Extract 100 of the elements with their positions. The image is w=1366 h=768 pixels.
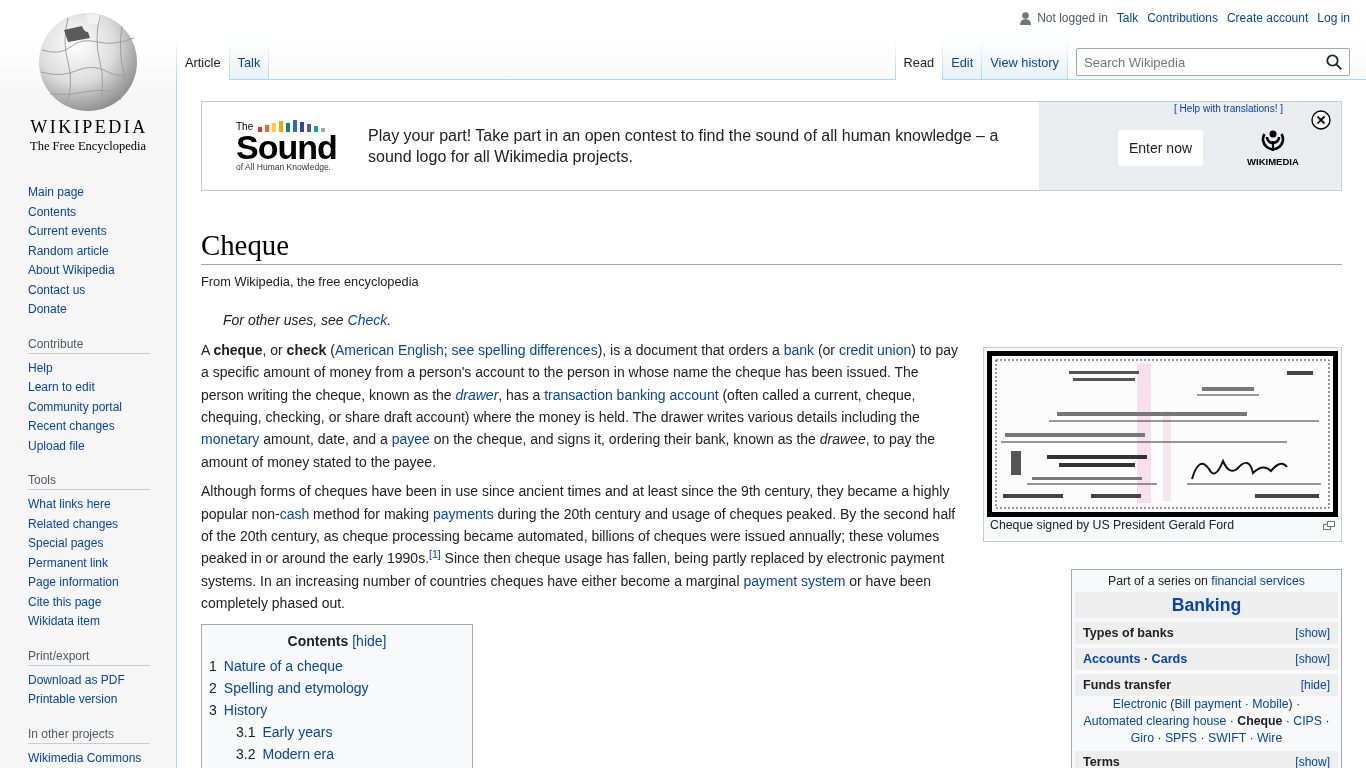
sidebar-link[interactable]: Wikidata item bbox=[28, 612, 101, 632]
infobox-section-title: Funds transfer bbox=[1083, 676, 1172, 694]
toc-link[interactable]: Modern era bbox=[262, 742, 335, 765]
sidebar-heading: Print/export bbox=[28, 647, 150, 666]
logo-tagline: The Free Encyclopedia bbox=[30, 138, 146, 154]
article-link[interactable]: monetary bbox=[201, 431, 260, 448]
search-field[interactable]: Search Wikipedia bbox=[1076, 48, 1350, 76]
sidebar-link[interactable]: Donate bbox=[28, 300, 67, 320]
article-paragraph: Although forms of cheques have been in use since ancient times and at least since the 9th century, they became a highly popular non-cash method for making payments during the 20th century and usage of cheques peaked. By the second half of the 20th century, as cheque processing became automated, billions of cheques were issued annually; these volumes peaked in or around the early 1990s.$^{[1]}$ Since then cheque usage has fallen, being partly replaced by electronic payment systems. In an increasing number of countries cheques have either become a marginal payment system or have been completely phased out. bbox=[201, 482, 957, 614]
article-link[interactable]: American English bbox=[334, 341, 444, 358]
sidebar-link[interactable]: Current events bbox=[28, 222, 107, 242]
article-link[interactable]: payee bbox=[391, 431, 430, 448]
sidebar-link[interactable]: Cite this page bbox=[28, 592, 102, 612]
toc-number: 3.1 bbox=[236, 722, 256, 742]
sidebar-link[interactable]: Printable version bbox=[28, 690, 118, 710]
toc-link[interactable]: Nature of a cheque bbox=[223, 654, 343, 677]
toggle-link[interactable]: [hide] bbox=[352, 629, 387, 652]
sidebar-link[interactable]: Community portal bbox=[28, 397, 123, 417]
sidebar-link[interactable]: Contact us bbox=[28, 280, 86, 300]
logo-prefix: The bbox=[236, 122, 254, 132]
infobox-link[interactable]: Wire bbox=[1256, 730, 1283, 745]
sidebar-link[interactable]: Learn to edit bbox=[28, 378, 95, 398]
sidebar-link[interactable]: Help bbox=[28, 358, 53, 378]
article-link[interactable]: payments bbox=[432, 505, 494, 522]
sidebar-link[interactable]: Related changes bbox=[28, 514, 119, 534]
toggle-link[interactable]: [hide] bbox=[1300, 673, 1330, 696]
article-link[interactable]: [1] bbox=[429, 550, 441, 567]
toggle-link[interactable]: [show] bbox=[1295, 647, 1330, 670]
contents-title: Contents bbox=[287, 631, 349, 651]
infobox-link[interactable]: Bill payment bbox=[1174, 696, 1242, 711]
article-link[interactable]: see spelling differences bbox=[451, 341, 598, 358]
sidebar-link[interactable]: Wikimedia Commons bbox=[28, 748, 142, 768]
sidebar-link[interactable]: Download as PDF bbox=[28, 670, 125, 690]
infobox-link[interactable]: Electronic bbox=[1112, 696, 1167, 711]
sidebar-link[interactable]: Special pages bbox=[28, 534, 104, 554]
header-link[interactable]: Log in bbox=[1317, 10, 1350, 26]
infobox-link[interactable]: SWIFT bbox=[1208, 730, 1246, 745]
infobox-link[interactable]: financial services bbox=[1211, 573, 1305, 588]
sidebar-heading: Tools bbox=[28, 472, 150, 490]
toc-number: 2 bbox=[209, 678, 217, 698]
sidebar-heading: In other projects bbox=[28, 725, 150, 744]
user-icon bbox=[1020, 11, 1032, 25]
article-link[interactable]: bank bbox=[783, 341, 814, 358]
login-status: Not logged in bbox=[1037, 10, 1108, 26]
sidebar-link[interactable]: Main page bbox=[28, 183, 85, 203]
page-title: Cheque bbox=[201, 227, 1342, 266]
sidebar-link[interactable]: About Wikipedia bbox=[28, 261, 115, 281]
article-link[interactable]: cash bbox=[279, 505, 310, 522]
page-subtitle: From Wikipedia, the free encyclopedia bbox=[201, 273, 420, 292]
header-link[interactable]: Contributions bbox=[1147, 10, 1218, 26]
infobox-title[interactable]: Banking bbox=[1171, 592, 1242, 617]
infobox-link[interactable]: CIPS bbox=[1293, 713, 1322, 728]
infobox-section-title: Types of banks bbox=[1083, 624, 1174, 642]
header-link[interactable]: Talk bbox=[1116, 10, 1139, 26]
search-icon[interactable] bbox=[1326, 54, 1342, 70]
logo-icon bbox=[1260, 129, 1285, 153]
logo-wordmark: WIKIPEDIA bbox=[29, 116, 148, 138]
help-link[interactable]: [ Help with translations! ] bbox=[1174, 103, 1283, 115]
figure-caption: Cheque signed by US President Gerald Ford bbox=[990, 516, 1235, 534]
hatnote: For other uses, see Check. bbox=[222, 311, 393, 331]
infobox-link[interactable]: Mobile bbox=[1252, 696, 1289, 711]
toggle-link[interactable]: [show] bbox=[1295, 750, 1330, 768]
toc-number: 3.2 bbox=[236, 744, 256, 764]
sidebar-link[interactable]: Permanent link bbox=[28, 553, 109, 573]
enlarge-icon[interactable] bbox=[1323, 520, 1335, 530]
infobox-link[interactable]: Giro bbox=[1130, 730, 1154, 745]
article-link[interactable]: payment system bbox=[743, 572, 846, 589]
infobox-link-list: Electronic (Bill payment · Mobile) · Automated clearing house · Cheque · CIPS · Giro · SPFS · SWIFT · Wire bbox=[1075, 695, 1338, 747]
close-icon[interactable] bbox=[1311, 110, 1331, 130]
sidebar-link[interactable]: Page information bbox=[28, 573, 119, 593]
toc-link[interactable]: Spelling and etymology bbox=[223, 676, 369, 699]
brand-wordmark: WIKIMEDIA bbox=[1247, 157, 1299, 167]
sidebar-link[interactable]: Upload file bbox=[28, 436, 85, 456]
sidebar-heading: Contribute bbox=[28, 335, 150, 354]
infobox-link[interactable]: Automated clearing house bbox=[1083, 713, 1227, 728]
infobox-link[interactable]: Cards bbox=[1151, 651, 1188, 666]
puzzle-globe-icon bbox=[38, 12, 138, 112]
header-link[interactable]: Create account bbox=[1226, 10, 1309, 26]
toc-number: 1 bbox=[209, 656, 217, 676]
sidebar-link[interactable]: Random article bbox=[28, 241, 109, 261]
sidebar-link[interactable]: Recent changes bbox=[28, 417, 115, 437]
infobox-intro: Part of a series on financial services bbox=[1107, 572, 1306, 590]
sidebar-link[interactable]: Contents bbox=[28, 202, 77, 222]
hatnote-link[interactable]: Check bbox=[347, 312, 388, 329]
infobox-link[interactable]: SPFS bbox=[1164, 730, 1198, 745]
infobox-link[interactable]: Accounts bbox=[1083, 651, 1141, 666]
toc-link[interactable]: Early years bbox=[262, 720, 333, 743]
article-link[interactable]: transaction banking account bbox=[544, 386, 719, 403]
article-link[interactable]: credit union bbox=[838, 341, 912, 358]
toc-number: 3 bbox=[209, 700, 217, 720]
logo-name: Sound bbox=[236, 132, 338, 162]
article-link[interactable]: drawer bbox=[455, 386, 499, 403]
enter-now-button[interactable]: Enter now bbox=[1118, 130, 1204, 166]
toggle-link[interactable]: [show] bbox=[1295, 621, 1330, 644]
banner-message: Play your part! Take part in an open contest to find the sound of all human knowledge – a sound logo for all Wikimedia projects. bbox=[368, 126, 1000, 167]
article-paragraph: A cheque, or check (American English; see spelling differences), is a document that orders a bank (or credit union) to pay a specific amount of money from a person's account to the person in whose name the cheque has been issued. The person writing the cheque, known as the drawer, has a transaction banking account (often called a current, cheque, chequing, checking, or share draft account) where the money is held. The drawer writes various details including the monetary amount, date, and a payee on the cheque, and signs it, ordering their bank, known as the drawee, to pay the amount of money stated to the payee. bbox=[201, 340, 959, 472]
logo-subtitle: of All Human Knowledge. bbox=[236, 162, 332, 172]
infobox-section-title: Terms bbox=[1083, 753, 1120, 768]
sidebar-link[interactable]: What links here bbox=[28, 495, 111, 515]
toc-link[interactable]: History bbox=[223, 698, 268, 721]
